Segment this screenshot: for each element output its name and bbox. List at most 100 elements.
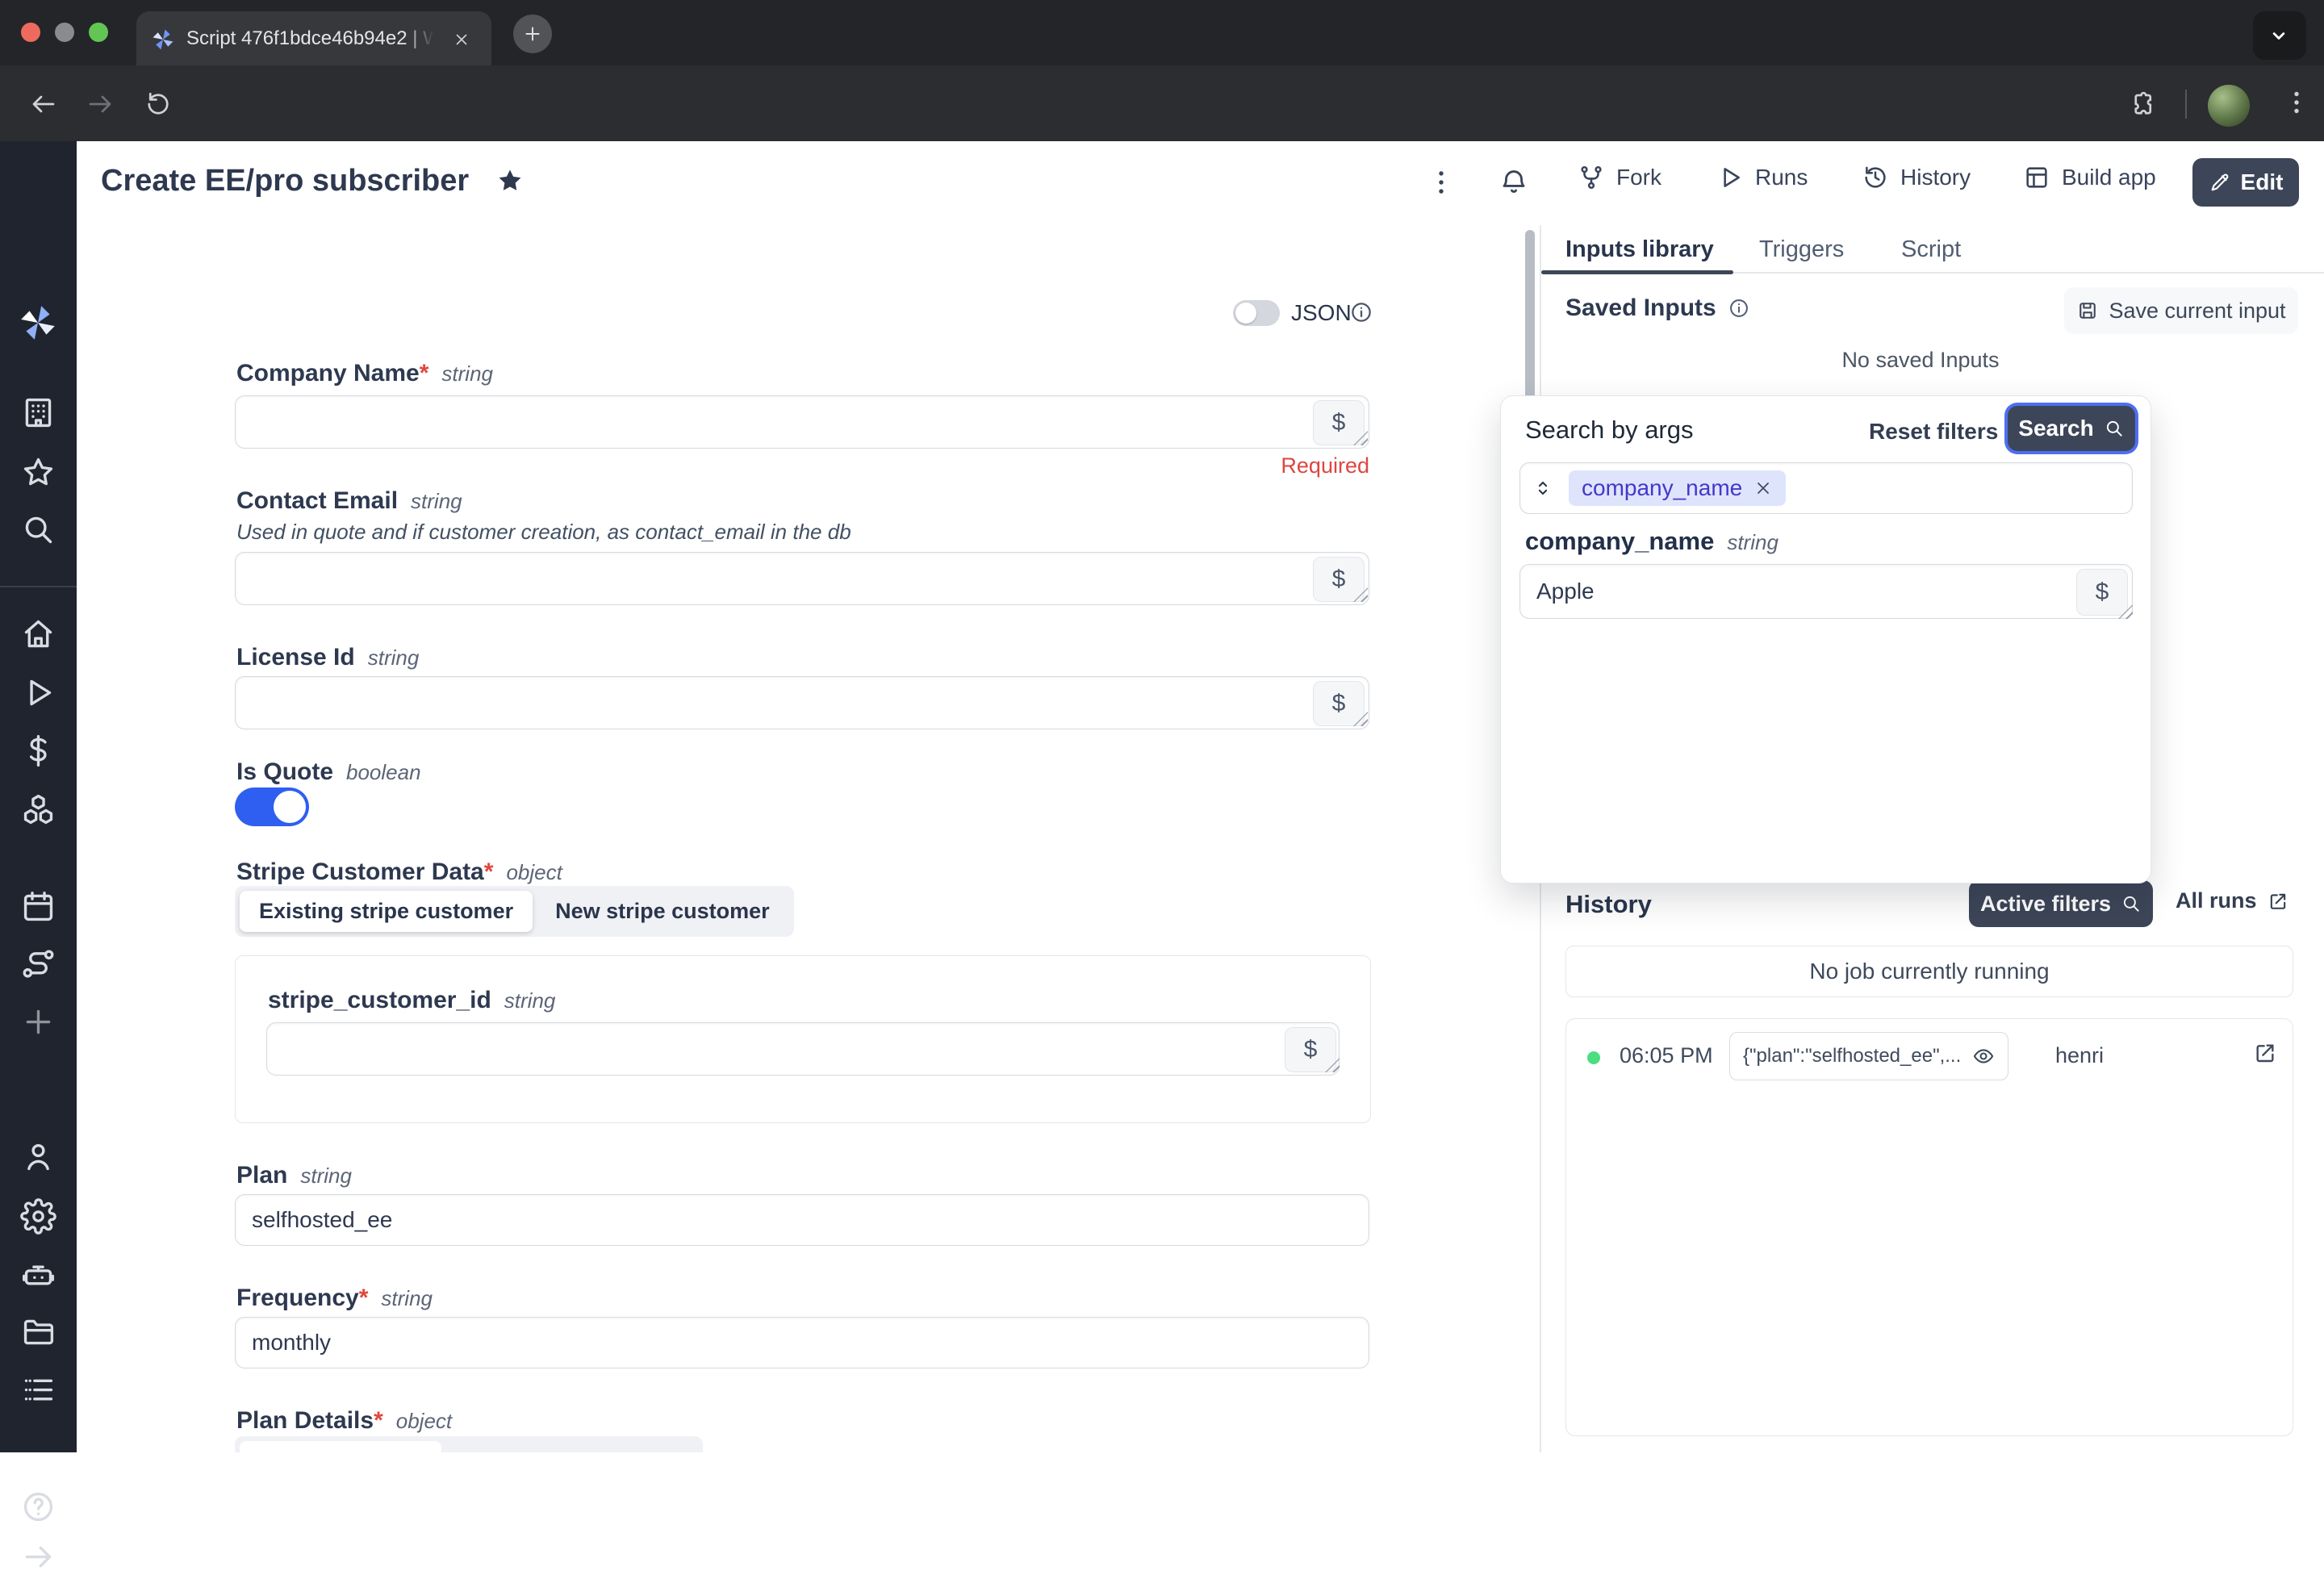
- home-icon[interactable]: [20, 616, 56, 652]
- pencil-icon: [2209, 171, 2231, 194]
- browser-toolbar: app.windmill.dev/scripts/get/476f1bdce46…: [0, 65, 2324, 141]
- stripe-customer-card: stripe_customer_idstring $: [235, 955, 1371, 1123]
- json-info-icon[interactable]: [1349, 300, 1373, 324]
- active-filters-button[interactable]: Active filters: [1969, 880, 2153, 927]
- windmill-logo[interactable]: [18, 303, 58, 343]
- window-minimize-button[interactable]: [55, 23, 74, 42]
- run-user: henri: [2055, 1043, 2104, 1068]
- search-button[interactable]: Search: [2008, 406, 2135, 451]
- reset-filters-button[interactable]: Reset filters: [1869, 419, 1998, 445]
- field-label-plan: Planstring: [236, 1162, 352, 1189]
- variables-dollar-icon[interactable]: [20, 733, 56, 769]
- page-title: Create EE/pro subscriber: [101, 164, 469, 198]
- plan-input[interactable]: [235, 1194, 1369, 1246]
- filter-insert-variable-button[interactable]: $: [2076, 569, 2128, 616]
- back-icon[interactable]: [29, 90, 58, 119]
- runs-button[interactable]: Runs: [1716, 164, 1808, 191]
- is-quote-toggle[interactable]: [235, 788, 309, 826]
- no-saved-inputs-text: No saved Inputs: [1541, 348, 2300, 373]
- help-icon[interactable]: [20, 1489, 56, 1525]
- search-icon: [2121, 893, 2142, 914]
- open-run-external-icon[interactable]: [2252, 1040, 2278, 1066]
- frequency-input[interactable]: [235, 1317, 1369, 1368]
- field-label-contact-email: Contact Emailstring: [236, 487, 462, 515]
- field-label-stripe-customer-data: Stripe Customer Data*object: [236, 859, 562, 886]
- company-name-filter-input[interactable]: [1519, 564, 2133, 619]
- tab-triggers[interactable]: Triggers: [1759, 236, 1844, 263]
- fork-icon: [1578, 164, 1605, 191]
- contact-email-description: Used in quote and if customer creation, …: [236, 520, 851, 545]
- stripe-customer-id-insert-variable-button[interactable]: $: [1285, 1027, 1336, 1072]
- field-label-frequency: Frequency*string: [236, 1285, 433, 1312]
- flows-route-icon[interactable]: [20, 946, 56, 982]
- field-label-stripe-customer-id: stripe_customer_idstring: [268, 987, 555, 1014]
- workers-robot-icon[interactable]: [20, 1257, 56, 1293]
- json-toggle[interactable]: [1233, 300, 1280, 326]
- filter-chip-company-name[interactable]: company_name: [1569, 470, 1786, 506]
- all-runs-link[interactable]: All runs: [2176, 888, 2289, 913]
- run-success-dot: [1587, 1051, 1600, 1064]
- tab-script[interactable]: Script: [1901, 236, 1961, 263]
- save-icon: [2076, 299, 2099, 322]
- edit-button[interactable]: Edit: [2192, 158, 2299, 207]
- extensions-icon[interactable]: [2130, 90, 2159, 119]
- run-form-panel: JSON Company Name*string $ Required Cont…: [77, 225, 1540, 1452]
- forward-icon[interactable]: [86, 90, 115, 119]
- field-label-plan-details: Plan Details*object: [236, 1407, 452, 1435]
- runs-play-icon[interactable]: [20, 675, 56, 711]
- license-id-input[interactable]: [235, 676, 1369, 729]
- plus-icon: [522, 23, 543, 44]
- favorite-star-icon[interactable]: [495, 165, 525, 196]
- plan-details-tabs[interactable]: [235, 1436, 703, 1452]
- eye-icon[interactable]: [1972, 1045, 1995, 1067]
- schedules-calendar-icon[interactable]: [20, 888, 56, 925]
- tab-title-fade: [404, 11, 446, 65]
- window-zoom-button[interactable]: [89, 23, 108, 42]
- audit-logs-list-icon[interactable]: [20, 1372, 56, 1408]
- resources-cubes-icon[interactable]: [20, 792, 56, 828]
- contact-email-input[interactable]: [235, 552, 1369, 605]
- fork-button[interactable]: Fork: [1578, 164, 1661, 191]
- stripe-customer-id-input[interactable]: [266, 1022, 1340, 1076]
- folders-icon[interactable]: [20, 1314, 56, 1350]
- info-icon[interactable]: [1728, 297, 1750, 320]
- more-menu-icon[interactable]: [1426, 167, 1457, 198]
- favorites-star-icon[interactable]: [20, 454, 56, 491]
- history-clock-icon: [1862, 164, 1889, 191]
- expand-arrow-icon[interactable]: [20, 1539, 56, 1575]
- contact-email-insert-variable-button[interactable]: $: [1313, 557, 1365, 602]
- build-app-button[interactable]: Build app: [2023, 164, 2156, 191]
- users-person-icon[interactable]: [20, 1138, 56, 1175]
- remove-chip-icon[interactable]: [1753, 478, 1773, 498]
- new-tab-button[interactable]: [513, 15, 552, 53]
- profile-avatar[interactable]: [2208, 85, 2250, 127]
- popup-title: Search by args: [1525, 416, 1694, 445]
- company-name-insert-variable-button[interactable]: $: [1313, 400, 1365, 445]
- reload-icon[interactable]: [144, 90, 173, 119]
- history-button[interactable]: History: [1862, 164, 1971, 191]
- app-sidebar: [0, 141, 77, 1452]
- args-filter-select[interactable]: company_name: [1519, 462, 2133, 514]
- browser-tab[interactable]: Script 476f1bdce46b94e2 | W: [136, 11, 491, 65]
- browser-menu-icon[interactable]: [2282, 88, 2311, 117]
- tab-close-icon[interactable]: [453, 31, 470, 48]
- license-id-insert-variable-button[interactable]: $: [1313, 681, 1365, 726]
- sidebar-divider: [0, 586, 77, 587]
- company-name-input[interactable]: [235, 395, 1369, 449]
- workspace-building-icon[interactable]: [20, 395, 56, 431]
- external-link-icon: [2267, 890, 2289, 913]
- field-label-license-id: License Idstring: [236, 644, 419, 671]
- save-current-input-button[interactable]: Save current input: [2064, 287, 2298, 334]
- tab-new-stripe-customer[interactable]: New stripe customer: [536, 891, 789, 932]
- notifications-bell-icon[interactable]: [1498, 167, 1529, 198]
- add-plus-icon[interactable]: [20, 1004, 56, 1040]
- tab-existing-stripe-customer[interactable]: Existing stripe customer: [240, 891, 533, 932]
- json-toggle-label: JSON: [1291, 300, 1352, 326]
- search-icon[interactable]: [20, 512, 56, 548]
- run-args-chip[interactable]: {"plan":"selfhosted_ee",...: [1729, 1032, 2008, 1080]
- settings-gear-icon[interactable]: [20, 1198, 56, 1235]
- tab-search-button[interactable]: [2253, 11, 2306, 60]
- window-close-button[interactable]: [21, 23, 40, 42]
- search-icon: [2104, 418, 2125, 439]
- tab-inputs-library[interactable]: Inputs library: [1565, 236, 1714, 263]
